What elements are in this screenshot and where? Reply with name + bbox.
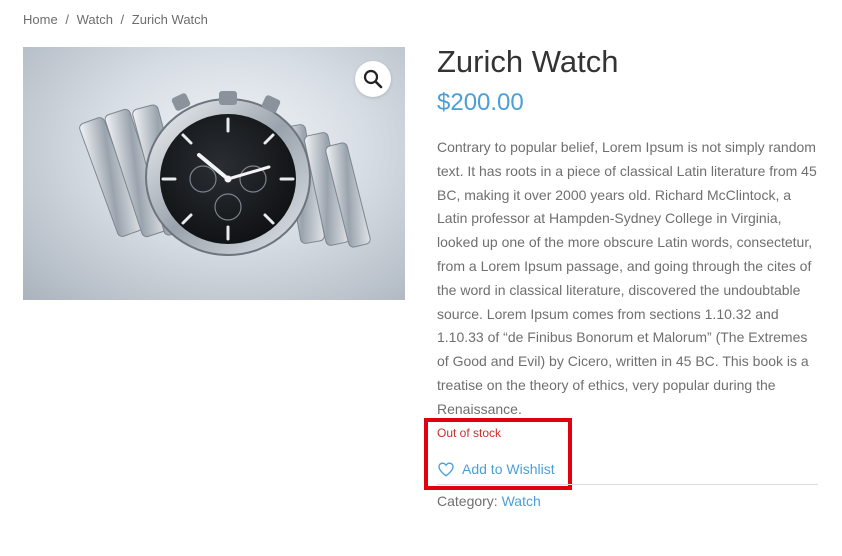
product-price: $200.00 <box>437 89 524 116</box>
breadcrumb-category-link[interactable]: Watch <box>77 12 113 27</box>
breadcrumb-separator: / <box>120 12 125 27</box>
heart-icon <box>438 461 454 477</box>
wishlist-label: Add to Wishlist <box>462 461 555 477</box>
breadcrumb-separator: / <box>65 12 69 27</box>
product-image[interactable] <box>23 47 405 300</box>
breadcrumb-current: Zurich Watch <box>131 12 208 27</box>
breadcrumb-home-link[interactable]: Home <box>23 12 58 27</box>
highlight-box <box>424 418 572 490</box>
magnifier-icon <box>363 69 383 89</box>
product-title: Zurich Watch <box>437 44 619 79</box>
add-to-wishlist-button[interactable]: Add to Wishlist <box>438 461 555 477</box>
watch-image <box>79 91 371 256</box>
product-category: Category: Watch <box>437 493 541 509</box>
category-link[interactable]: Watch <box>502 493 541 509</box>
product-summary: Zurich Watch $200.00 Contrary to popular… <box>437 42 822 444</box>
category-label: Category: <box>437 493 498 509</box>
zoom-button[interactable] <box>355 61 391 97</box>
product-description: Contrary to popular belief, Lorem Ipsum … <box>437 139 817 417</box>
breadcrumb: Home / Watch / Zurich Watch <box>23 12 208 27</box>
divider <box>437 484 818 485</box>
